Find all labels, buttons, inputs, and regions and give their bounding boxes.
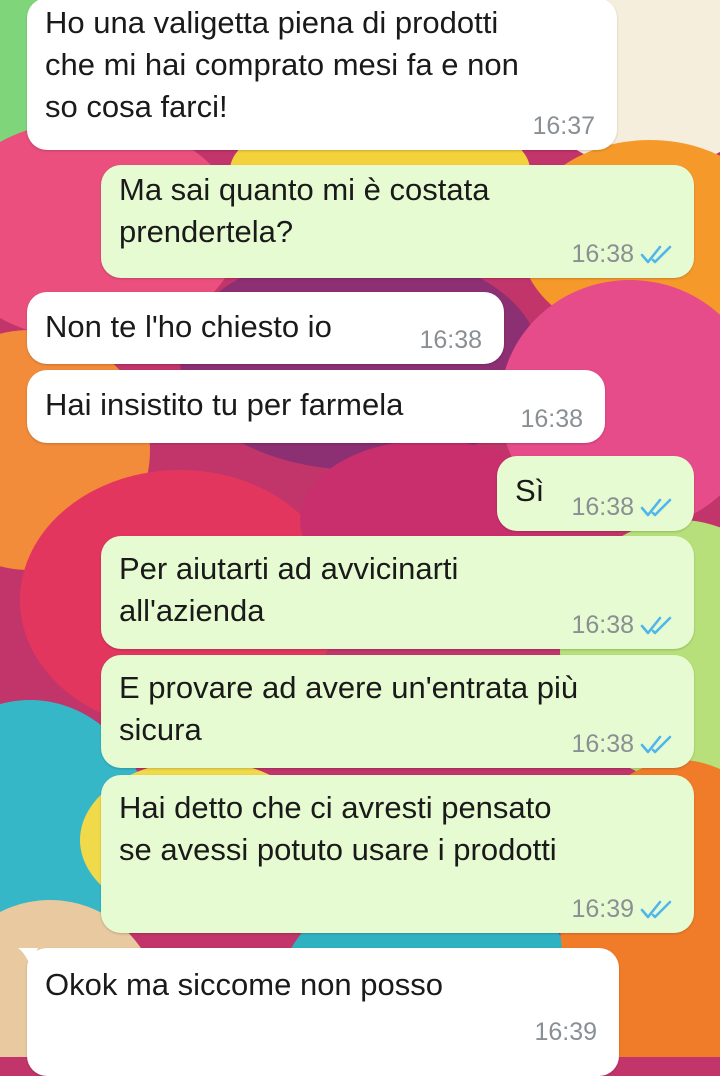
message-text: Hai insistito tu per farmela <box>45 387 404 422</box>
message-incoming[interactable]: Non te l'ho chiesto io 16:38 <box>27 292 504 364</box>
read-receipt-icon <box>640 498 672 517</box>
message-text: Okok ma siccome non posso <box>45 967 444 1002</box>
read-receipt-icon <box>640 616 672 635</box>
read-receipt-icon <box>640 245 672 264</box>
message-outgoing[interactable]: Ma sai quanto mi è costata prendertela? … <box>101 165 694 278</box>
message-outgoing[interactable]: Hai detto che ci avresti pensato se aves… <box>101 775 694 933</box>
message-time: 16:38 <box>571 611 634 639</box>
message-time: 16:38 <box>520 405 583 433</box>
message-list[interactable]: Ho una valigetta piena di prodotti che m… <box>0 0 720 1076</box>
message-time: 16:38 <box>571 240 634 268</box>
message-incoming[interactable]: Hai insistito tu per farmela 16:38 <box>27 370 605 443</box>
message-text: Hai detto che ci avresti pensato se aves… <box>119 790 557 867</box>
message-time: 16:39 <box>534 1018 597 1046</box>
message-time: 16:38 <box>571 730 634 758</box>
message-time: 16:38 <box>571 493 634 521</box>
message-incoming[interactable]: Ho una valigetta piena di prodotti che m… <box>27 0 617 150</box>
read-receipt-icon <box>640 735 672 754</box>
message-outgoing[interactable]: Per aiutarti ad avvicinarti all'azienda … <box>101 536 694 649</box>
message-outgoing[interactable]: E provare ad avere un'entrata più sicura… <box>101 655 694 768</box>
message-time: 16:39 <box>571 895 634 923</box>
bubble-tail <box>18 948 38 966</box>
message-text: Ho una valigetta piena di prodotti che m… <box>45 5 519 124</box>
message-time: 16:38 <box>419 326 482 354</box>
message-time: 16:37 <box>532 112 595 140</box>
read-receipt-icon <box>640 900 672 919</box>
message-outgoing[interactable]: Sì 16:38 <box>497 456 694 531</box>
